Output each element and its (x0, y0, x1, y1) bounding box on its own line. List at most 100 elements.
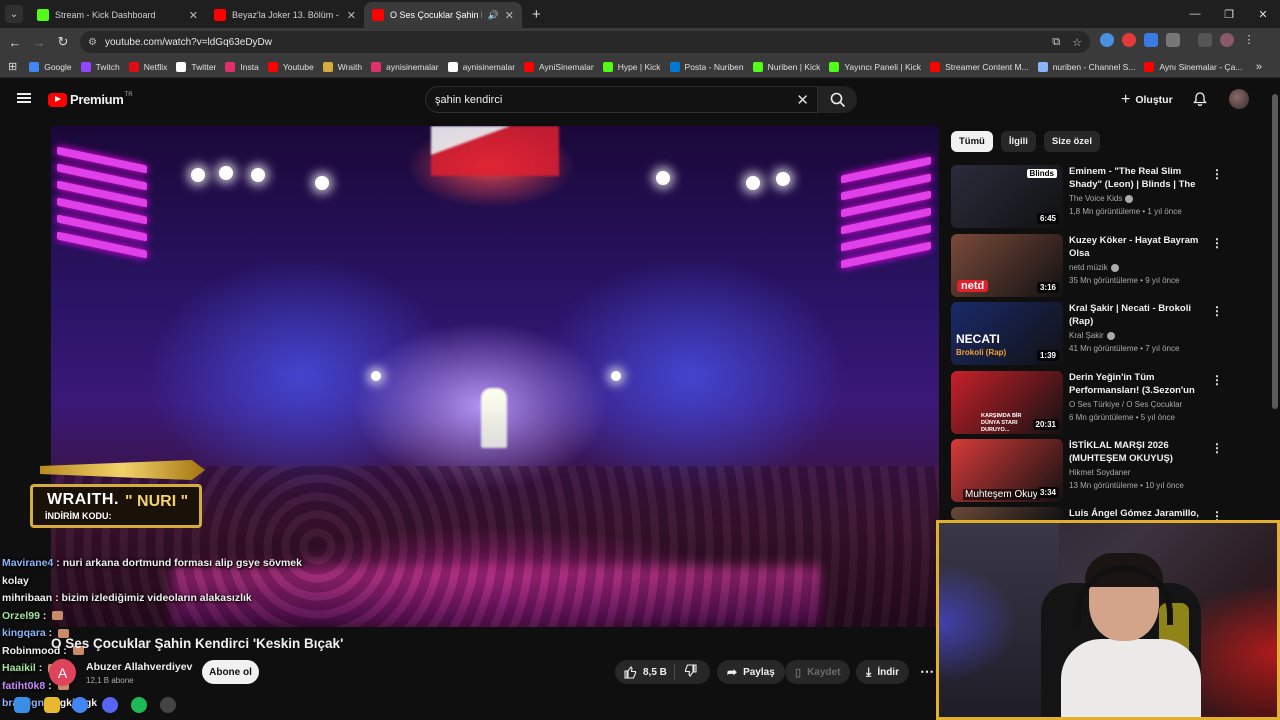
bell-icon[interactable] (1192, 91, 1208, 107)
reload-icon[interactable]: ↻ (51, 34, 75, 50)
recommendation-title[interactable]: Luis Ángel Gómez Jaramillo, (1069, 507, 1204, 520)
video-player[interactable] (51, 126, 939, 627)
back-icon[interactable]: ← (3, 35, 27, 50)
tab-search-button[interactable]: ⌄ (5, 5, 23, 23)
video-thumbnail[interactable]: Muhteşem Okuy 3:34 (951, 439, 1063, 502)
chrome-icon[interactable] (72, 697, 88, 713)
address-bar[interactable]: ⚙ youtube.com/watch?v=ldGq63eDyDw ⧉ ☆ (80, 31, 1090, 53)
chip-all[interactable]: Tümü (951, 131, 993, 152)
bookmark-item[interactable]: AyniSinemalar (524, 61, 594, 72)
more-options-icon[interactable]: ⋮ (1211, 167, 1223, 181)
bookmark-item[interactable]: Twitch (80, 61, 120, 72)
search-button[interactable] (818, 86, 857, 113)
recommendation-title[interactable]: Kral Şakir | Necati - Brokoli (Rap) (1069, 302, 1204, 328)
bookmark-item[interactable]: Insta (225, 61, 259, 72)
video-thumbnail[interactable]: Blinds 6:45 (951, 165, 1063, 228)
avatar[interactable] (1229, 89, 1249, 109)
recommendation-channel[interactable]: The Voice Kids (1069, 194, 1134, 203)
app-icon[interactable] (160, 697, 176, 713)
like-button[interactable]: 8,5 B (615, 664, 675, 680)
more-actions-icon[interactable]: ⋯ (920, 663, 934, 680)
recommendation-title[interactable]: Kuzey Köker - Hayat Bayram Olsa (1069, 234, 1204, 260)
minimize-icon[interactable]: — (1178, 0, 1212, 28)
recommendation-title[interactable]: Derin Yeğin'in Tüm Performansları! (3.Se… (1069, 371, 1204, 397)
recommendation-channel[interactable]: Kral Şakir (1069, 331, 1115, 340)
forward-icon[interactable]: → (27, 35, 51, 50)
recommendation-item[interactable]: NECATI Brokoli (Rap) 1:39 Kral Şakir | Neca… (951, 302, 1261, 366)
shield-icon[interactable] (1144, 33, 1158, 47)
bookmark-item[interactable]: Yayıncı Paneli | Kick (829, 61, 921, 72)
recommendation-channel[interactable]: Hikmet Soydaner (1069, 468, 1130, 477)
recommendation-item[interactable]: KARŞIMDA BİR DÜNYA STARI DURUYO... 20:31 D… (951, 371, 1261, 435)
recommendation-item[interactable]: Muhteşem Okuy 3:34 İSTİKLAL MARŞI 2026 (MU… (951, 439, 1261, 503)
windows-start-icon[interactable] (14, 697, 30, 713)
restore-icon[interactable]: ❐ (1212, 0, 1246, 28)
close-tab-icon[interactable]: ✕ (189, 9, 198, 22)
share-button[interactable]: ➦ Paylaş (717, 660, 785, 684)
youtube-logo[interactable]: Premium TR (48, 92, 133, 107)
bookmark-item[interactable]: aynisinemalar (447, 61, 515, 72)
close-window-icon[interactable]: ✕ (1246, 0, 1280, 28)
bookmark-item[interactable]: Google (29, 61, 72, 72)
chip-for-you[interactable]: Size özel (1043, 131, 1100, 152)
save-button[interactable]: ▯ Kaydet (785, 660, 851, 684)
reading-list-icon[interactable] (1198, 33, 1212, 47)
video-thumbnail[interactable] (951, 507, 1063, 520)
close-tab-icon[interactable]: ✕ (347, 9, 356, 22)
dislike-button[interactable] (675, 663, 698, 681)
chip-related[interactable]: İlgili (1000, 131, 1036, 152)
bookmark-item[interactable]: Youtube (267, 61, 314, 72)
file-explorer-icon[interactable] (44, 697, 60, 713)
download-button[interactable]: ⤓ İndir (856, 660, 909, 684)
video-thumbnail[interactable]: NECATI Brokoli (Rap) 1:39 (951, 302, 1063, 365)
recommendation-channel[interactable]: O Ses Türkiye / O Ses Çocuklar (1069, 400, 1182, 409)
bookmark-item[interactable]: Hype | Kick (602, 61, 661, 72)
bookmark-item[interactable]: nuriben - Channel S... (1037, 61, 1135, 72)
subscribe-button[interactable]: Abone ol (202, 660, 259, 684)
browser-tab[interactable]: Stream - Kick Dashboard ✕ (29, 2, 206, 28)
site-info-icon[interactable]: ⚙ (88, 37, 97, 48)
video-thumbnail[interactable]: KARŞIMDA BİR DÜNYA STARI DURUYO... 20:31 (951, 371, 1063, 434)
browser-tab-active[interactable]: O Ses Çocuklar Şahin Kendi 🔊 ✕ (364, 2, 522, 28)
recommendation-item[interactable]: netd 3:16 Kuzey Köker - Hayat Bayram Olsa n… (951, 234, 1261, 298)
bookmark-item[interactable]: Twitter (176, 61, 216, 72)
more-options-icon[interactable]: ⋮ (1211, 236, 1223, 250)
install-icon[interactable]: ⧉ (1052, 36, 1060, 49)
spotify-icon[interactable] (131, 697, 147, 713)
browser-tab[interactable]: Beyaz'la Joker 13. Bölüm - YouT ✕ (206, 2, 364, 28)
menu-icon[interactable] (17, 93, 31, 103)
extension-icon[interactable] (1122, 33, 1136, 47)
recommendation-item[interactable]: Luis Ángel Gómez Jaramillo, ⋮ (951, 507, 1261, 523)
bookmark-item[interactable]: Posta - Nuriben (669, 61, 744, 72)
more-options-icon[interactable]: ⋮ (1211, 373, 1223, 387)
bookmark-item[interactable]: Wraith (322, 61, 362, 72)
search-input[interactable]: şahin kendirci ✕ (425, 86, 818, 113)
apps-icon[interactable]: ⊞ (8, 60, 17, 73)
recommendation-title[interactable]: Eminem - "The Real Slim Shady" (Leon) | … (1069, 165, 1204, 191)
recommendation-channel[interactable]: netd müzik (1069, 263, 1119, 272)
new-tab-icon[interactable]: + (532, 6, 541, 23)
mute-tab-icon[interactable]: 🔊 (488, 10, 499, 21)
puzzle-icon[interactable] (1166, 33, 1180, 47)
profile-icon[interactable] (1220, 33, 1234, 47)
channel-avatar[interactable]: A (49, 659, 76, 686)
bookmark-item[interactable]: aynisinemalar (371, 61, 439, 72)
clear-search-icon[interactable]: ✕ (796, 91, 809, 109)
more-options-icon[interactable]: ⋮ (1211, 441, 1223, 455)
scrollbar-thumb[interactable] (1272, 94, 1278, 409)
create-button[interactable]: + Oluştur (1121, 91, 1173, 109)
close-tab-icon[interactable]: ✕ (505, 9, 514, 22)
bookmark-item[interactable]: Aynı Sinemalar - Ça... (1144, 61, 1242, 72)
discord-icon[interactable] (102, 697, 118, 713)
channel-name[interactable]: Abuzer Allahverdiyev (86, 661, 192, 673)
bookmark-item[interactable]: Streamer Content M... (930, 61, 1029, 72)
video-thumbnail[interactable]: netd 3:16 (951, 234, 1063, 297)
bookmark-star-icon[interactable]: ☆ (1072, 36, 1082, 49)
more-options-icon[interactable]: ⋮ (1211, 304, 1223, 318)
menu-dots-icon[interactable]: ⋮ (1242, 33, 1256, 47)
extension-icon[interactable] (1100, 33, 1114, 47)
bookmarks-overflow-icon[interactable]: » (1256, 61, 1262, 73)
recommendation-title[interactable]: İSTİKLAL MARŞI 2026 (MUHTEŞEM OKUYUŞ) (1069, 439, 1204, 465)
bookmark-item[interactable]: Netflix (128, 61, 167, 72)
recommendation-item[interactable]: Blinds 6:45 Eminem - "The Real Slim Shady"… (951, 165, 1261, 229)
